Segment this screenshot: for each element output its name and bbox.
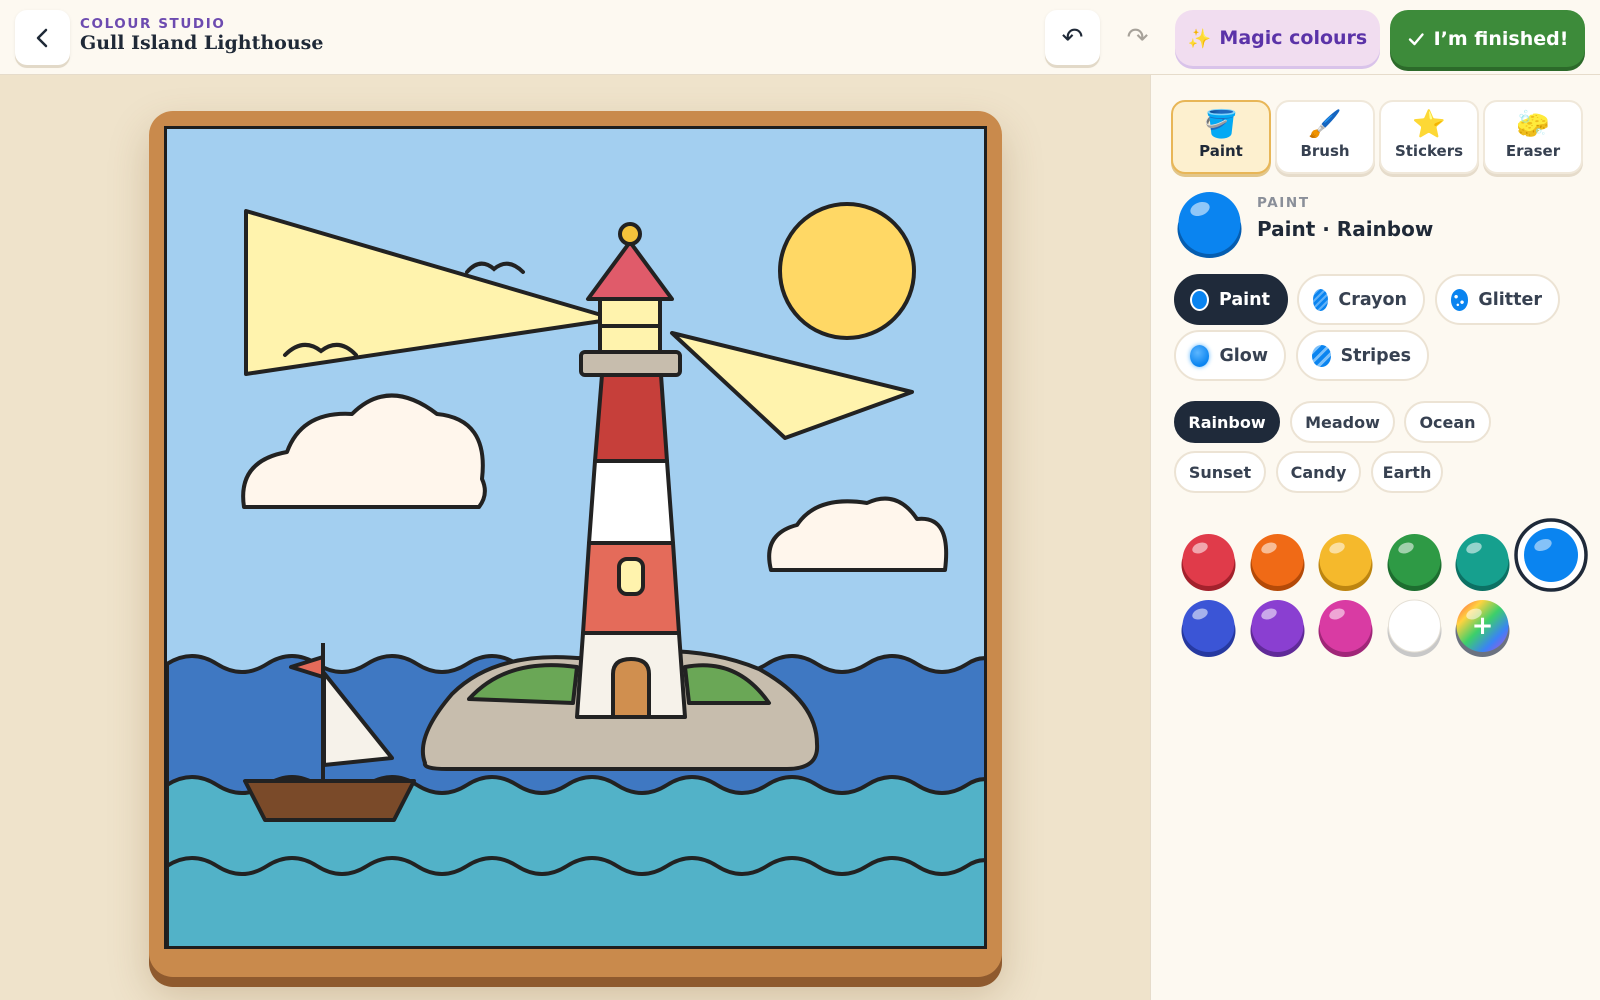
tool-tab-stickers[interactable]: ⭐ Stickers [1379,100,1479,174]
colour-swatch[interactable] [1387,599,1442,659]
tower-band-2[interactable] [587,459,675,545]
tool-tab-eraser[interactable]: 🧽 Eraser [1483,100,1583,174]
chevron-left-icon [36,28,47,47]
palette-ocean-chip[interactable]: Ocean [1404,401,1491,443]
sparkles-icon: ✨ [1187,27,1212,50]
tool-tab-brush[interactable]: 🖌️ Brush [1275,100,1375,174]
tool-tab-paint[interactable]: 🪣 Paint [1171,100,1271,174]
texture-label: Glow [1219,345,1268,366]
texture-swatch-icon [1190,288,1209,311]
page-title: Gull Island Lighthouse [80,32,324,54]
finished-button[interactable]: I’m finished! [1390,10,1585,67]
canvas-frame [149,111,1002,977]
colour-swatch[interactable] [1318,599,1373,659]
palette-label: Rainbow [1188,412,1266,432]
tools-panel: 🪣 Paint 🖌️ Brush ⭐ Stickers 🧽 Eraser PAINT Pain… [1150,75,1600,1000]
texture-swatch-icon [1451,288,1469,311]
sponge-icon: 🧽 [1516,109,1550,140]
texture-stripes-button[interactable]: Stripes [1296,330,1429,381]
texture-crayon-button[interactable]: Crayon [1297,274,1425,325]
texture-label: Paint [1219,289,1270,310]
palette-label: Sunset [1188,462,1252,482]
lamp-room-upper[interactable] [598,297,662,328]
colour-swatch[interactable] [1250,533,1305,593]
paintbrush-icon: 🖌️ [1308,109,1342,140]
colouring-canvas[interactable] [164,126,987,949]
colour-swatch[interactable] [1513,518,1588,592]
paint-bucket-icon: 🪣 [1204,109,1238,140]
colour-swatch[interactable] [1455,533,1510,593]
palette-sunset-chip[interactable]: Sunset [1174,451,1266,493]
selection-caption: PAINT [1257,195,1310,211]
current-colour-ball [1177,192,1242,258]
colour-swatch[interactable] [1181,533,1236,593]
roof-finial[interactable] [618,222,642,246]
colour-swatch[interactable] [1250,599,1305,659]
texture-swatch-icon [1190,344,1210,367]
undo-icon: ↶ [1061,22,1084,53]
texture-glow-button[interactable]: Glow [1174,330,1286,381]
texture-label: Crayon [1338,289,1407,310]
colour-swatch[interactable] [1318,533,1373,593]
check-icon [1408,32,1424,45]
texture-label: Glitter [1478,289,1542,310]
texture-swatch-icon [1312,344,1331,367]
colour-swatch[interactable] [1181,599,1236,659]
palette-label: Ocean [1419,412,1476,432]
palette-label: Earth [1382,462,1432,482]
tower-door[interactable] [611,657,651,719]
lighthouse-gallery[interactable] [579,350,682,377]
tool-tab-label: Stickers [1394,142,1464,160]
custom-colour-button[interactable]: + [1455,599,1510,659]
back-button[interactable] [15,10,70,65]
texture-paint-button[interactable]: Paint [1174,274,1288,325]
palette-rainbow-chip[interactable]: Rainbow [1174,401,1280,443]
palette-candy-chip[interactable]: Candy [1276,451,1361,493]
boat-hull[interactable] [243,779,416,822]
colour-swatch[interactable] [1387,533,1442,593]
star-icon: ⭐ [1412,109,1446,140]
texture-glitter-button[interactable]: Glitter [1435,274,1560,325]
undo-button[interactable]: ↶ [1045,10,1100,65]
redo-icon: ↷ [1126,22,1149,53]
palette-label: Meadow [1305,412,1380,432]
tool-tab-label: Eraser [1505,142,1561,160]
redo-button[interactable]: ↷ [1110,10,1165,65]
magic-colours-button[interactable]: ✨ Magic colours [1175,10,1380,66]
finished-label: I’m finished! [1433,27,1569,50]
magic-colours-label: Magic colours [1219,27,1368,49]
palette-label: Candy [1290,462,1347,482]
tool-tab-label: Paint [1199,142,1243,160]
tower-window[interactable] [617,557,645,596]
palette-earth-chip[interactable]: Earth [1371,451,1443,493]
lamp-room-lower[interactable] [598,324,662,354]
palette-meadow-chip[interactable]: Meadow [1290,401,1395,443]
lighthouse-picture[interactable] [167,129,987,949]
tower-band-1[interactable] [593,373,669,463]
app-eyebrow: COLOUR STUDIO [80,16,226,32]
sun-region[interactable] [778,202,916,340]
tool-tab-label: Brush [1300,142,1350,160]
selection-name: Paint · Rainbow [1257,217,1434,241]
svg-text:+: + [1472,611,1494,641]
top-bar: COLOUR STUDIO Gull Island Lighthouse ↶ ↷… [0,0,1600,75]
texture-swatch-icon [1313,288,1329,311]
texture-label: Stripes [1340,345,1411,366]
